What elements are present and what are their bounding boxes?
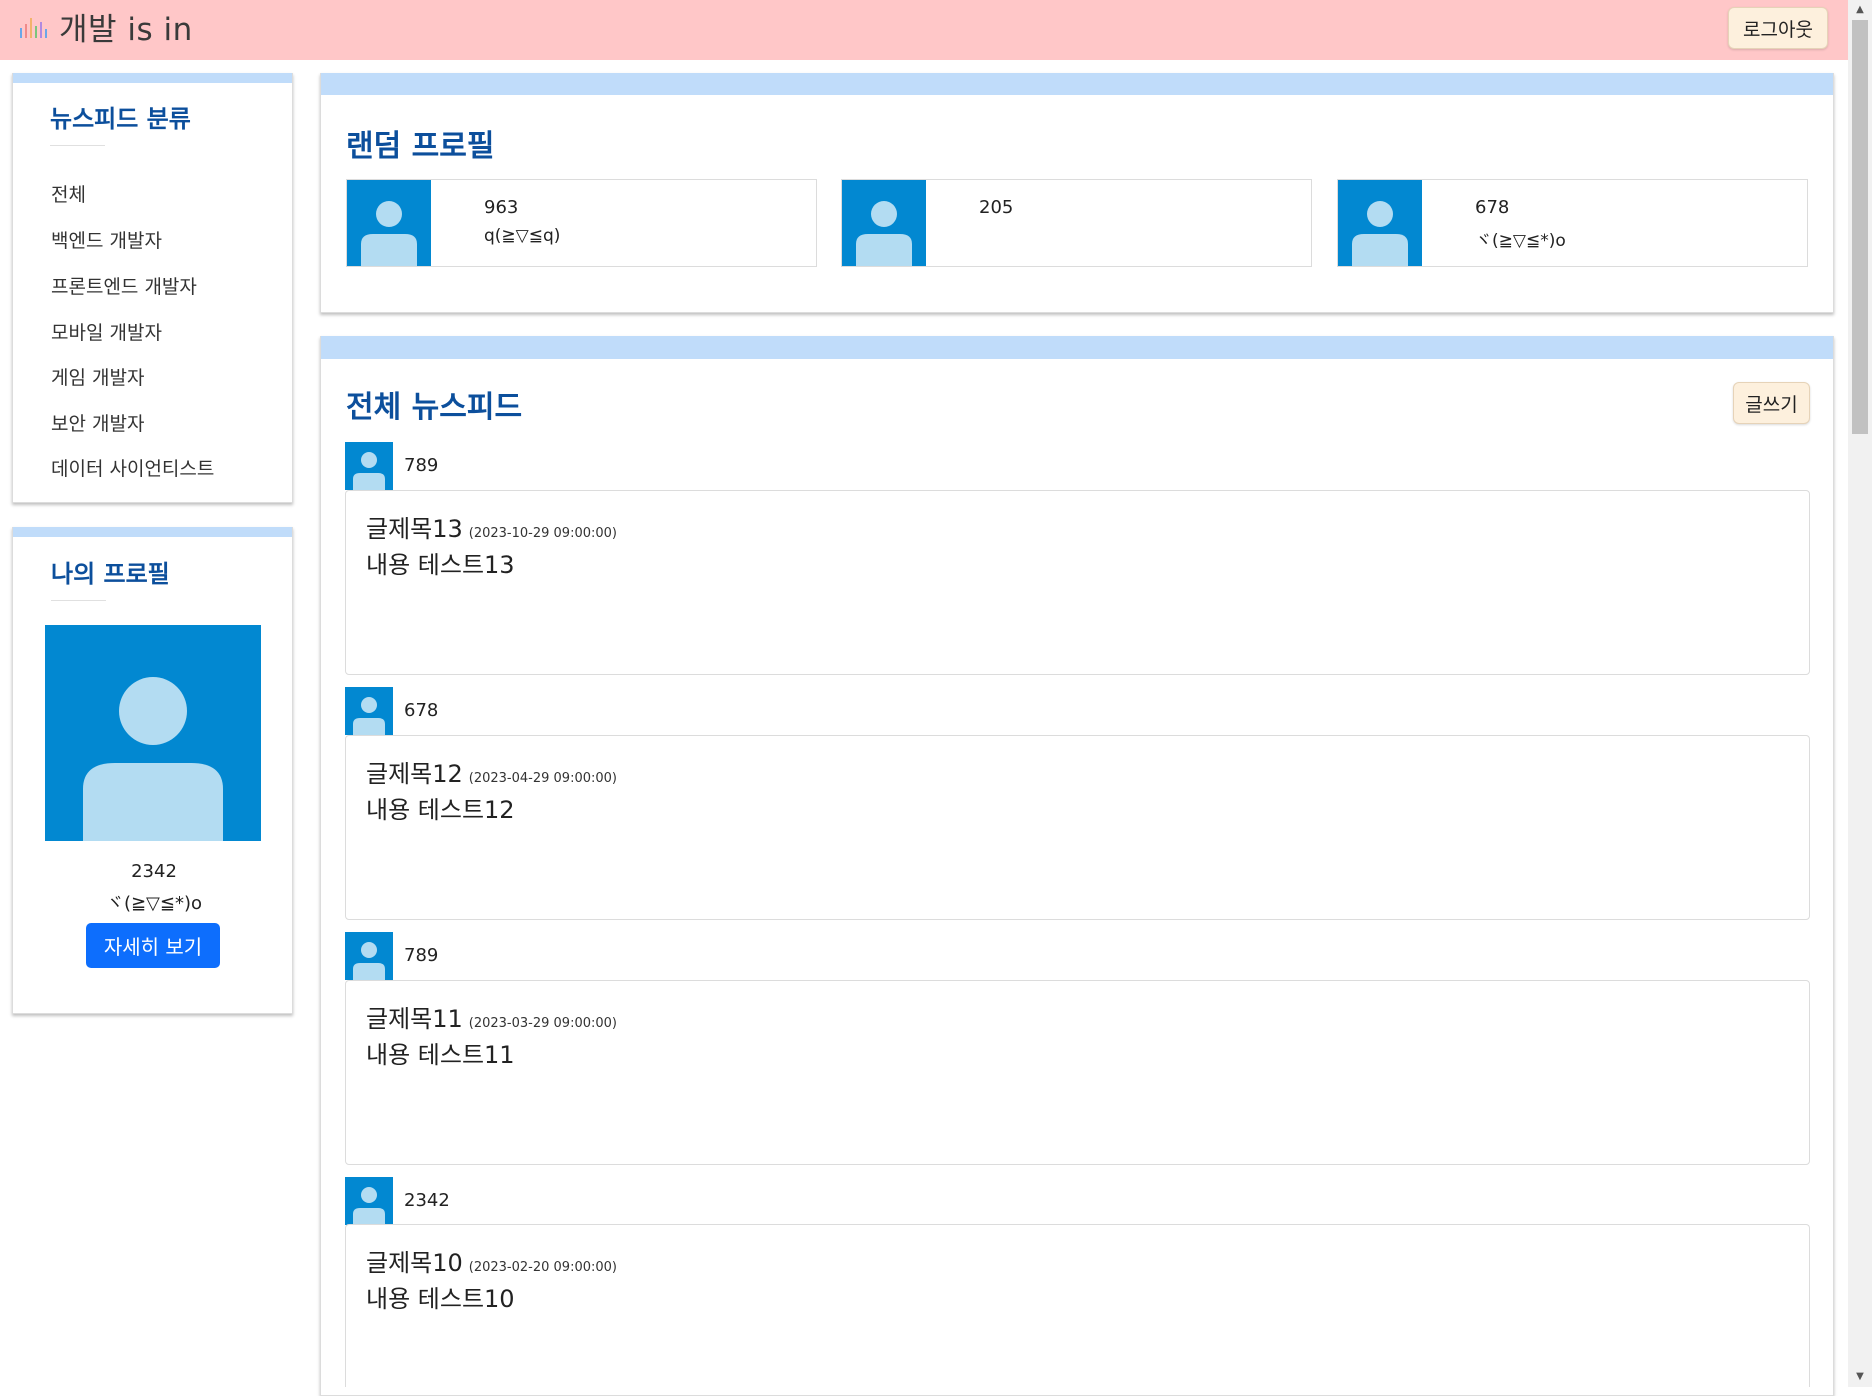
category-data-science[interactable]: 데이터 사이언티스트 bbox=[51, 454, 214, 481]
random-profile-item[interactable]: 205 bbox=[841, 179, 1312, 267]
category-all[interactable]: 전체 bbox=[51, 180, 86, 207]
my-profile-bio: ヾ(≧▽≦*)o bbox=[105, 893, 203, 914]
user-silhouette-icon bbox=[353, 1187, 385, 1225]
post-item[interactable]: 글제목10 (2023-02-20 09:00:00) 내용 테스트10 bbox=[345, 1224, 1810, 1387]
scroll-thumb[interactable] bbox=[1852, 20, 1868, 434]
profile-name: 678 bbox=[1475, 197, 1510, 218]
post-author-name[interactable]: 789 bbox=[404, 455, 438, 476]
post-content: 내용 테스트10 bbox=[366, 1285, 515, 1313]
post-title-text: 글제목11 bbox=[366, 1005, 463, 1033]
bar-chart-icon[interactable] bbox=[18, 14, 50, 42]
scroll-down-arrow-icon[interactable]: ▼ bbox=[1848, 1367, 1872, 1387]
category-mobile[interactable]: 모바일 개발자 bbox=[51, 318, 162, 345]
title-divider bbox=[51, 600, 106, 601]
avatar bbox=[842, 180, 926, 266]
user-silhouette-icon bbox=[353, 452, 385, 490]
view-detail-button[interactable]: 자세히 보기 bbox=[86, 923, 220, 968]
category-frontend[interactable]: 프론트엔드 개발자 bbox=[51, 272, 197, 299]
title-divider bbox=[50, 145, 105, 146]
post-date: (2023-02-20 09:00:00) bbox=[468, 1260, 617, 1275]
profile-bio: q(≧▽≦q) bbox=[484, 226, 561, 246]
profile-name: 205 bbox=[979, 197, 1014, 218]
user-silhouette-icon bbox=[1352, 201, 1408, 266]
post-author-name[interactable]: 789 bbox=[404, 945, 438, 966]
post-author-avatar[interactable] bbox=[345, 442, 393, 490]
post-item[interactable]: 글제목11 (2023-03-29 09:00:00) 내용 테스트11 bbox=[345, 980, 1810, 1165]
my-profile-name: 2342 bbox=[131, 861, 177, 882]
post-title: 글제목12 (2023-04-29 09:00:00) bbox=[366, 754, 617, 789]
post-content: 내용 테스트13 bbox=[366, 551, 515, 579]
card-accent-bar bbox=[321, 73, 1833, 95]
scroll-up-arrow-icon[interactable]: ▲ bbox=[1848, 0, 1872, 20]
avatar bbox=[347, 180, 431, 266]
top-navbar: 개발 is in 로그아웃 bbox=[0, 0, 1848, 60]
random-profile-item[interactable]: 963 q(≧▽≦q) bbox=[346, 179, 817, 267]
post-author-avatar[interactable] bbox=[345, 932, 393, 980]
category-title: 뉴스피드 분류 bbox=[50, 105, 191, 133]
post-title-text: 글제목10 bbox=[366, 1249, 463, 1277]
page-scrollbar[interactable]: ▲ ▼ bbox=[1848, 0, 1872, 1387]
random-profile-title: 랜덤 프로필 bbox=[346, 129, 495, 164]
card-accent-bar bbox=[13, 73, 292, 83]
post-content: 내용 테스트12 bbox=[366, 796, 515, 824]
user-silhouette-icon bbox=[353, 942, 385, 980]
post-item[interactable]: 글제목12 (2023-04-29 09:00:00) 내용 테스트12 bbox=[345, 735, 1810, 920]
post-item[interactable]: 글제목13 (2023-10-29 09:00:00) 내용 테스트13 bbox=[345, 490, 1810, 675]
post-title: 글제목10 (2023-02-20 09:00:00) bbox=[366, 1243, 617, 1278]
card-accent-bar bbox=[13, 527, 292, 537]
newsfeed-title: 전체 뉴스피드 bbox=[346, 390, 523, 425]
my-avatar bbox=[45, 625, 261, 841]
user-silhouette-icon bbox=[353, 697, 385, 735]
post-date: (2023-04-29 09:00:00) bbox=[468, 771, 617, 786]
post-author-avatar[interactable] bbox=[345, 1177, 393, 1225]
profile-bio: ヾ(≧▽≦*)o bbox=[1475, 231, 1566, 251]
post-date: (2023-03-29 09:00:00) bbox=[468, 1016, 617, 1031]
post-date: (2023-10-29 09:00:00) bbox=[468, 526, 617, 541]
post-title-text: 글제목12 bbox=[366, 760, 463, 788]
avatar bbox=[1338, 180, 1422, 266]
post-content: 내용 테스트11 bbox=[366, 1041, 515, 1069]
category-backend[interactable]: 백엔드 개발자 bbox=[51, 226, 162, 253]
post-author-avatar[interactable] bbox=[345, 687, 393, 735]
post-author-name[interactable]: 678 bbox=[404, 700, 438, 721]
logout-button[interactable]: 로그아웃 bbox=[1728, 7, 1828, 49]
random-profile-card: 랜덤 프로필 963 q(≧▽≦q) 205 678 ヾ(≧▽≦*)o bbox=[320, 73, 1834, 313]
post-title: 글제목11 (2023-03-29 09:00:00) bbox=[366, 999, 617, 1034]
profile-name: 963 bbox=[484, 197, 519, 218]
my-profile-title: 나의 프로필 bbox=[51, 560, 170, 588]
user-silhouette-icon bbox=[856, 201, 912, 266]
category-game[interactable]: 게임 개발자 bbox=[51, 363, 144, 390]
random-profile-item[interactable]: 678 ヾ(≧▽≦*)o bbox=[1337, 179, 1808, 267]
user-silhouette-icon bbox=[83, 677, 223, 841]
my-profile-card: 나의 프로필 2342 ヾ(≧▽≦*)o 자세히 보기 bbox=[12, 527, 293, 1014]
post-title-text: 글제목13 bbox=[366, 515, 463, 543]
post-author-name[interactable]: 2342 bbox=[404, 1190, 450, 1211]
user-silhouette-icon bbox=[361, 201, 417, 266]
post-title: 글제목13 (2023-10-29 09:00:00) bbox=[366, 509, 617, 544]
card-accent-bar bbox=[321, 336, 1833, 359]
app-title[interactable]: 개발 is in bbox=[59, 4, 193, 49]
category-security[interactable]: 보안 개발자 bbox=[51, 409, 144, 436]
write-post-button[interactable]: 글쓰기 bbox=[1733, 382, 1810, 424]
category-card: 뉴스피드 분류 전체 백엔드 개발자 프론트엔드 개발자 모바일 개발자 게임 … bbox=[12, 73, 293, 503]
